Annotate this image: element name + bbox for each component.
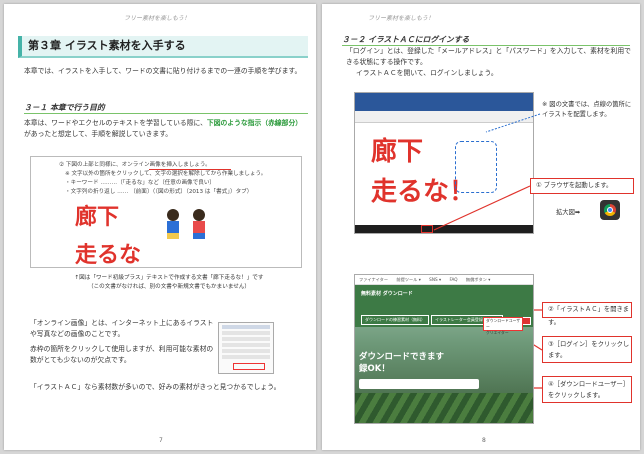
site-search-bar: [359, 379, 479, 389]
online-image-red-box: [233, 363, 265, 370]
section-text-2: があったと想定して、手順を解説していきます。: [24, 130, 173, 138]
hero-line-1: ダウンロードできます: [359, 352, 445, 362]
section-paragraph: 本章は、ワードやエクセルのテキストを学習している際に、下図のような指示（赤線部分…: [24, 118, 308, 140]
chapter-title: 第３章 イラスト素材を入手する: [18, 36, 308, 58]
right-page: フリー素材を楽しもう！ ３－２ イラストＡＣにログインする 「ログイン」とは、登…: [322, 4, 640, 450]
download-user-menu: ダウンロードユーザー クリエイター: [483, 317, 523, 335]
site-hero-text: ダウンロードできます 録OK！: [359, 351, 444, 375]
site-banner-text: 無料素材 ダウンロード: [361, 291, 413, 297]
callout-step-1: ① ブラウザを起動します。: [530, 178, 634, 194]
section-title: ３－１ 本章で行う目的: [24, 102, 308, 114]
caption-line-2: （この文書がなければ、別の文書や新規文書でもかまいません）: [87, 284, 251, 290]
download-user-item: ダウンロードユーザー: [486, 318, 521, 329]
site-button-a: ダウンロードの練習素材（無料）: [361, 315, 429, 325]
body-paragraph-1: 「オンライン画像」とは、インターネット上にあるイラストや写真などの画像のことです…: [30, 319, 214, 338]
callout-step-2: ②「イラストＡＣ」を開きます。: [542, 302, 632, 326]
book-spread: フリー素材を楽しもう！ 第３章 イラスト素材を入手する 本章では、イラストを入手…: [0, 0, 644, 454]
figure-line-2: ※ 文字以外の箇所をクリックして、文字の選択を解除してから作業しましょう。: [65, 171, 267, 177]
page-number: 8: [482, 437, 486, 444]
site-nav: ファイナイター 前提ツール ▾ SNS ▾ FAQ 無償ボタン ▾: [355, 275, 533, 285]
figure-caption: ↑図は「ワード初級プラス」テキストで作成する文書「廊下走るな！」です （この文書…: [44, 274, 294, 292]
online-image-menu-thumbnail: [218, 322, 274, 374]
hero-line-2: 録OK！: [359, 364, 390, 374]
running-head: フリー素材を楽しもう！: [124, 15, 190, 22]
body-paragraph-2: 赤枠の箇所をクリックして使用しますが、利用可能な素材の数がとても少ないのが欠点で…: [30, 345, 214, 364]
illustac-screenshot: ファイナイター 前提ツール ▾ SNS ▾ FAQ 無償ボタン ▾ 無料素材 ダ…: [354, 274, 534, 424]
figure-big-text-2: 走るな: [75, 243, 142, 268]
zoom-label: 拡大図➡: [556, 209, 581, 216]
chrome-icon: [600, 200, 620, 220]
caption-line-1: ↑図は「ワード初級プラス」テキストで作成する文書「廊下走るな！」です: [74, 275, 264, 281]
figure-line-4: ・文字列の折り返し …… 〔前面〕（〔図の形式〕（2013 は「書式」）タブ）: [65, 189, 253, 195]
callout-step-3: ③［ログイン］をクリックします。: [542, 336, 632, 363]
section-text-highlight: 下図のような指示（赤線部分）: [206, 119, 303, 127]
body-paragraph-3: 「イラストＡＣ」なら素材数が多いので、好みの素材がきっと見つかるでしょう。: [30, 383, 281, 391]
instruction-figure: ② 下図の上部と同様に、オンライン画像を挿入しましょう。 ※ 文字以外の箇所をク…: [30, 156, 302, 268]
running-kids-illustration: [167, 209, 205, 239]
callout-step-4: ④［ダウンロードユーザー］をクリックします。: [542, 376, 632, 403]
left-page: フリー素材を楽しもう！ 第３章 イラスト素材を入手する 本章では、イラストを入手…: [4, 4, 316, 450]
creator-item: クリエイター: [486, 330, 509, 335]
figure-big-text-1: 廊下: [75, 205, 120, 230]
page-number: 7: [159, 437, 163, 444]
figure-line-3: ・キーワード ………（「走るな」など〔任意の画像で良い〕: [65, 180, 216, 186]
site-leaf-background: [355, 393, 533, 423]
chapter-intro: 本章では、イラストを入手して、ワードの文書に貼り付けるまでの一連の手順を学びます…: [24, 67, 302, 75]
section-text-1: 本章は、ワードやエクセルのテキストを学習している際に、: [24, 119, 207, 127]
